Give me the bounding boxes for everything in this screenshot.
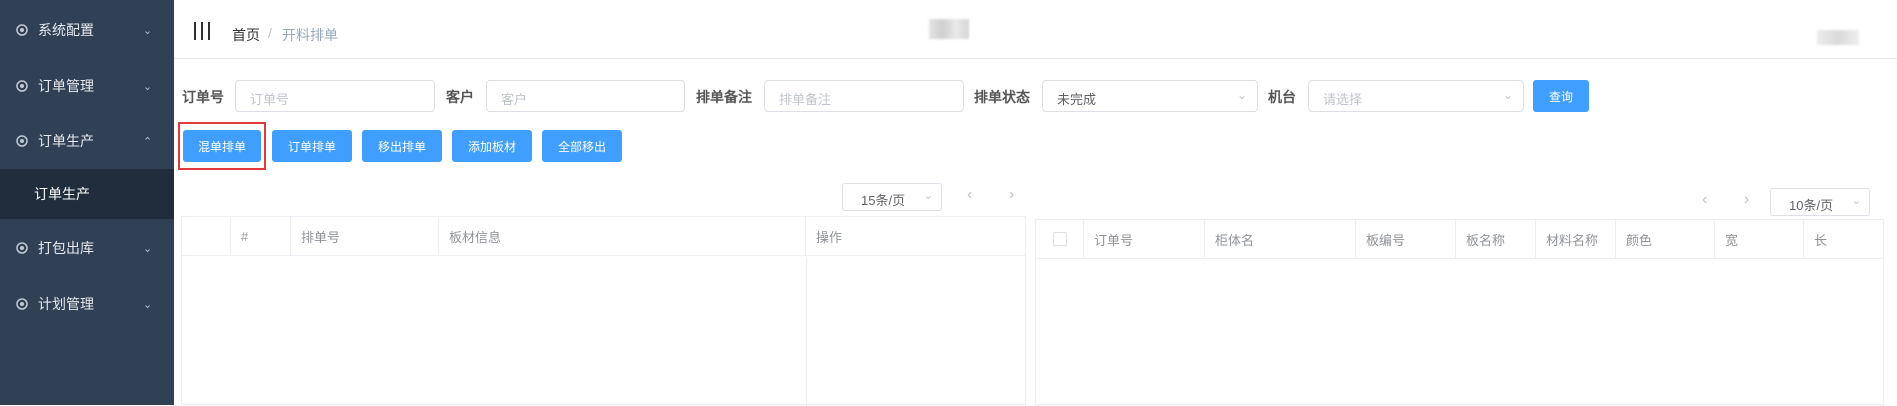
gear-icon [16,24,28,36]
schedule-table: # 排单号 板材信息 操作 [181,216,1026,406]
schedule-status-label: 排单状态 [974,89,1030,105]
chevron-down-icon: ⌄ [1851,195,1861,207]
table-header-cell [182,217,231,256]
sidebar-item-label: 打包出库 [38,240,94,256]
table-header-width: 宽 [1715,220,1804,259]
schedule-status-select[interactable]: 未完成 ⌄ [1042,80,1258,112]
chevron-down-icon: ⌄ [143,80,153,93]
blurred-user [1817,30,1859,45]
mixed-schedule-button[interactable]: 混单排单 [183,130,261,162]
machine-select[interactable]: 请选择 ⌄ [1308,80,1524,112]
chevron-down-icon: ⌄ [1236,88,1247,102]
breadcrumb-home[interactable]: 首页 [232,25,260,45]
sidebar-item-label: 系统配置 [38,22,94,38]
customer-input[interactable]: 客户 [486,80,685,112]
sidebar-subitem-order-production[interactable]: 订单生产 [0,169,174,219]
gear-icon [16,298,28,310]
table-header-board-no: 板编号 [1356,220,1456,259]
left-next-page-icon[interactable]: › [1009,186,1014,204]
machine-label: 机台 [1268,89,1296,105]
sidebar-item-system-config[interactable]: 系统配置 ⌄ [0,2,174,58]
order-no-input[interactable]: 订单号 [235,80,435,112]
sidebar-item-plan-management[interactable]: 计划管理 ⌄ [0,276,174,332]
sidebar-item-label: 计划管理 [38,296,94,312]
table-header-schedule-no: 排单号 [291,217,439,256]
select-all-checkbox[interactable] [1052,232,1067,246]
order-schedule-button[interactable]: 订单排单 [272,130,352,162]
table-header-cabinet-name: 柜体名 [1205,220,1356,259]
order-no-label: 订单号 [182,89,224,105]
right-prev-page-icon[interactable]: ‹ [1702,191,1707,209]
table-header-order-no: 订单号 [1084,220,1205,259]
gear-icon [16,80,28,92]
table-header-length: 长 [1804,220,1884,259]
table-header-board-info: 板材信息 [439,217,806,256]
chevron-down-icon: ⌄ [1502,88,1513,102]
chevron-down-icon: ⌄ [923,190,933,202]
sidebar: 系统配置 ⌄ 订单管理 ⌄ 订单生产 ⌃ 订单生产 打包出库 ⌄ 计划管理 ⌄ [0,0,174,405]
table-header-material-name: 材料名称 [1536,220,1616,259]
order-detail-table: 订单号 柜体名 板编号 板名称 材料名称 颜色 宽 长 [1035,219,1884,405]
remove-schedule-button[interactable]: 移出排单 [362,130,442,162]
sidebar-subitem-label: 订单生产 [34,186,90,202]
sidebar-item-order-production[interactable]: 订单生产 ⌃ [0,113,174,169]
table-header-select-all [1036,220,1084,259]
table-header-operation: 操作 [806,217,1026,256]
table-divider [806,257,807,406]
query-button[interactable]: 查询 [1533,80,1589,112]
breadcrumb-current: 开料排单 [282,27,338,43]
sidebar-item-order-management[interactable]: 订单管理 ⌄ [0,58,174,114]
schedule-note-label: 排单备注 [696,89,752,105]
table-header-board-name: 板名称 [1456,220,1536,259]
main-content: 首页 / 开料排单 订单号 订单号 客户 客户 排单备注 排单备注 排单状态 未… [174,0,1897,406]
chevron-down-icon: ⌄ [143,24,153,37]
schedule-note-input[interactable]: 排单备注 [764,80,964,112]
sidebar-item-label: 订单管理 [38,78,94,94]
navbar: 首页 / 开料排单 [174,0,1897,59]
sidebar-item-packing-outbound[interactable]: 打包出库 ⌄ [0,220,174,276]
add-board-button[interactable]: 添加板材 [452,130,532,162]
right-page-size-select[interactable]: 10条/页 ⌄ [1770,188,1870,216]
customer-label: 客户 [446,89,474,105]
left-prev-page-icon[interactable]: ‹ [967,186,972,204]
chevron-up-icon: ⌃ [143,136,153,148]
chevron-down-icon: ⌄ [143,298,153,311]
left-page-size-select[interactable]: 15条/页 ⌄ [842,183,942,211]
breadcrumb-separator: / [268,25,272,41]
sidebar-item-label: 订单生产 [38,133,94,149]
right-next-page-icon[interactable]: › [1744,191,1749,209]
chevron-down-icon: ⌄ [143,242,153,255]
remove-all-button[interactable]: 全部移出 [542,130,622,162]
gear-icon [16,242,28,254]
gear-icon [16,135,28,147]
hamburger-icon[interactable] [194,22,210,40]
blurred-title [929,19,969,39]
table-header-index: # [231,217,291,256]
table-header-color: 颜色 [1616,220,1715,259]
